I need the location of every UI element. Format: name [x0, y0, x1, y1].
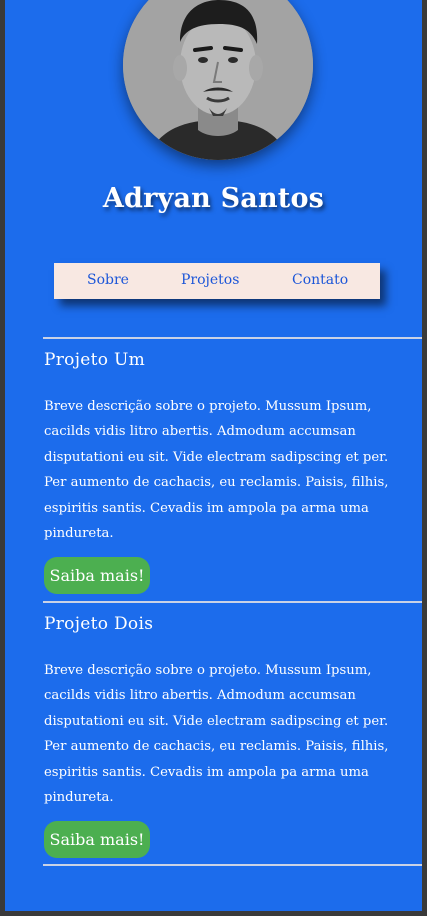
project-title: Projeto Um — [44, 350, 146, 370]
divider — [43, 601, 422, 603]
saiba-mais-button[interactable]: Saiba mais! — [44, 557, 150, 594]
project-title: Projeto Dois — [44, 614, 154, 634]
saiba-mais-button[interactable]: Saiba mais! — [44, 821, 150, 858]
avatar — [123, 0, 313, 160]
nav-link-contato[interactable]: Contato — [292, 272, 348, 288]
nav-link-projetos[interactable]: Projetos — [181, 272, 239, 288]
project-description: Breve descrição sobre o projeto. Mussum … — [44, 663, 389, 806]
profile-photo — [123, 0, 313, 160]
nav-bar: Sobre Projetos Contato — [54, 263, 380, 299]
profile-name: Adryan Santos — [102, 183, 325, 214]
nav-link-sobre[interactable]: Sobre — [87, 272, 129, 288]
divider — [43, 337, 422, 339]
project-description: Breve descrição sobre o projeto. Mussum … — [44, 399, 389, 542]
page: Adryan Santos Sobre Projetos Contato Pro… — [5, 0, 422, 911]
divider — [43, 864, 422, 866]
